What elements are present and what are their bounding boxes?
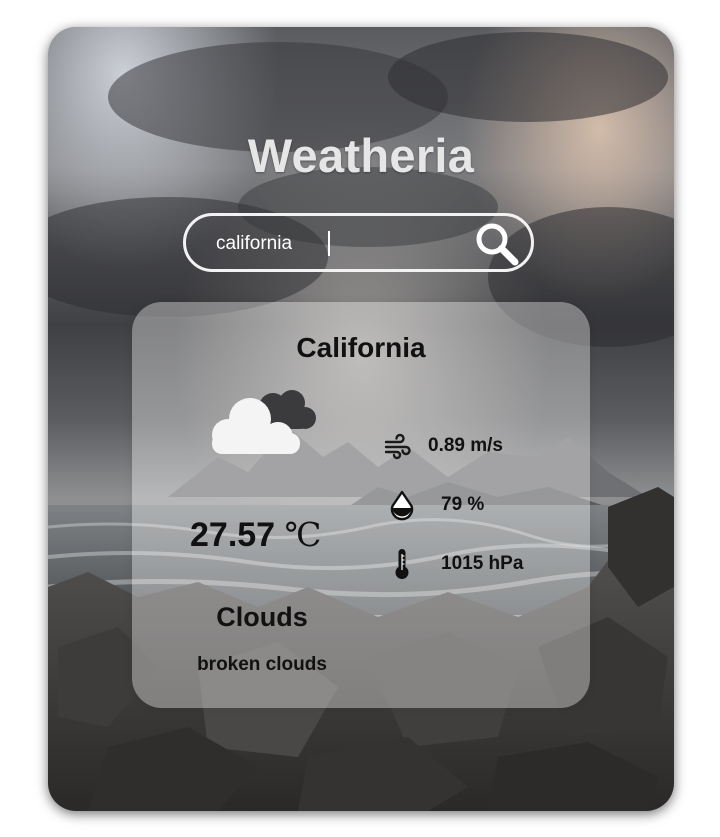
pressure-stat: 1015 hPa [388, 548, 523, 580]
broken-clouds-icon [206, 385, 318, 461]
temperature-unit: ℃ [284, 515, 322, 554]
humidity-value: 79 % [441, 494, 485, 515]
text-caret [328, 231, 330, 256]
pressure-value: 1015 hPa [441, 553, 524, 574]
search-icon [476, 223, 519, 266]
search-input[interactable] [216, 230, 471, 258]
weather-app-card: Weatheria California [48, 27, 674, 811]
temperature: 27.57 ℃ [190, 515, 321, 555]
weather-description: broken clouds [197, 654, 327, 675]
weather-condition: Clouds [216, 602, 308, 632]
app-title: Weatheria [247, 129, 475, 182]
wind-icon [384, 430, 412, 462]
city-name: California [296, 332, 426, 363]
thermometer-icon [388, 548, 416, 580]
weather-result-card: California 27.57 ℃ Clouds broken clouds … [132, 302, 590, 708]
wind-speed-stat: 0.89 m/s [384, 430, 503, 462]
droplet-icon [388, 489, 416, 521]
wind-speed-value: 0.89 m/s [428, 435, 503, 456]
humidity-stat: 79 % [388, 489, 484, 521]
temperature-value: 27.57 [190, 516, 276, 554]
search-button[interactable] [473, 221, 521, 267]
search-bar [183, 213, 534, 272]
